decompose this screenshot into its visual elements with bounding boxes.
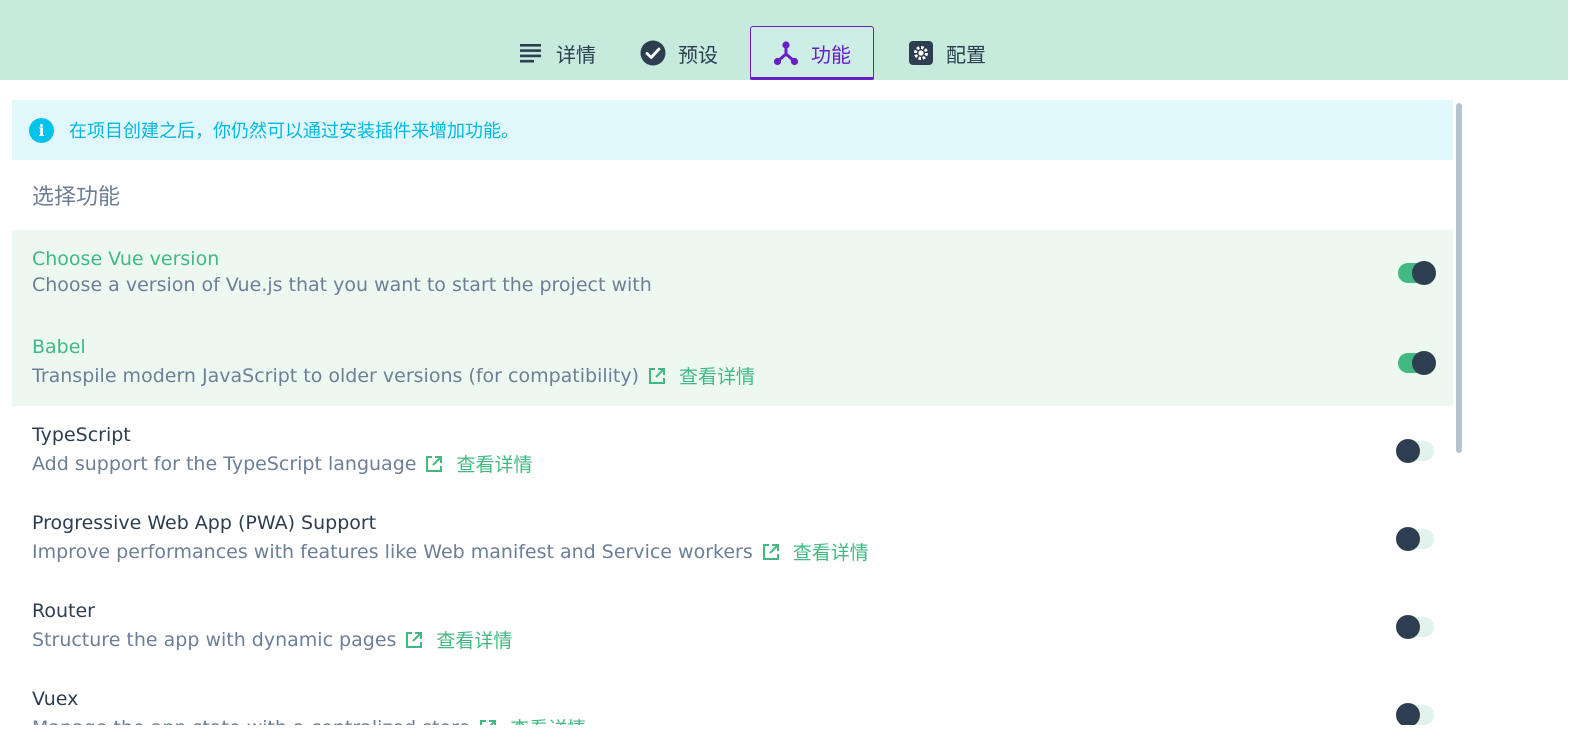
- feature-name: Router: [32, 600, 95, 622]
- toggle-knob: [1396, 703, 1420, 725]
- toggle-knob: [1396, 439, 1420, 463]
- section-title: 选择功能: [32, 185, 121, 210]
- external-link-icon: [406, 631, 423, 648]
- feature-desc-text: Choose a version of Vue.js that you want…: [32, 274, 652, 296]
- toggle-knob: [1412, 261, 1436, 285]
- feature-toggle[interactable]: [1398, 351, 1436, 375]
- feature-desc-text: Improve performances with features like …: [32, 540, 753, 563]
- feature-typescript[interactable]: TypeScript Add support for the TypeScrip…: [12, 406, 1453, 494]
- tab-label: 功能: [811, 42, 851, 67]
- feature-desc-text: Structure the app with dynamic pages: [32, 628, 397, 651]
- info-icon: i: [29, 117, 54, 143]
- external-link-icon: [426, 455, 443, 472]
- tab-label: 配置: [946, 42, 986, 67]
- tab-details[interactable]: 详情: [506, 26, 608, 80]
- tab-label: 预设: [678, 42, 718, 67]
- feature-name: Progressive Web App (PWA) Support: [32, 512, 377, 534]
- more-info-label: 查看详情: [456, 454, 533, 476]
- more-info-label: 查看详情: [679, 366, 756, 388]
- more-info-label: 查看详情: [510, 714, 586, 725]
- feature-pwa[interactable]: Progressive Web App (PWA) Support Improv…: [12, 494, 1453, 582]
- feature-toggle[interactable]: [1396, 527, 1434, 551]
- scrollbar[interactable]: [1456, 103, 1462, 453]
- feature-vue-version[interactable]: Choose Vue version Choose a version of V…: [12, 230, 1453, 318]
- external-link-icon: [649, 367, 666, 384]
- more-info-label: 查看详情: [792, 542, 869, 564]
- feature-toggle[interactable]: [1396, 703, 1434, 725]
- features-panel: i 在项目创建之后，你仍然可以通过安装插件来增加功能。 选择功能 Choose …: [12, 100, 1453, 725]
- feature-name: Babel: [32, 336, 86, 358]
- toggle-knob: [1396, 527, 1420, 551]
- tab-label: 详情: [556, 42, 596, 67]
- feature-name: Choose Vue version: [32, 248, 220, 270]
- feature-toggle[interactable]: [1396, 439, 1434, 463]
- tab-bar: 详情 预设 功能 配置: [506, 26, 1018, 80]
- feature-vuex[interactable]: Vuex Manage the app state with a central…: [12, 670, 1453, 725]
- toggle-knob: [1396, 615, 1420, 639]
- info-banner: i 在项目创建之后，你仍然可以通过安装插件来增加功能。: [12, 100, 1453, 160]
- feature-description: Add support for the TypeScript language …: [32, 450, 532, 477]
- feature-desc-text: Manage the app state with a centralized …: [32, 717, 470, 726]
- more-info-link[interactable]: 查看详情: [761, 538, 869, 565]
- tab-presets[interactable]: 预设: [628, 26, 730, 80]
- external-link-icon: [480, 719, 497, 725]
- more-info-link[interactable]: 查看详情: [478, 714, 586, 725]
- more-info-link[interactable]: 查看详情: [404, 626, 512, 653]
- feature-toggle[interactable]: [1396, 615, 1434, 639]
- fork-icon: [773, 40, 799, 66]
- feature-toggle[interactable]: [1398, 261, 1436, 285]
- feature-description: Improve performances with features like …: [32, 538, 869, 565]
- feature-description: Choose a version of Vue.js that you want…: [32, 274, 652, 296]
- feature-desc-text: Transpile modern JavaScript to older ver…: [32, 364, 640, 387]
- check-circle-icon: [640, 40, 666, 66]
- feature-description: Transpile modern JavaScript to older ver…: [32, 362, 755, 389]
- feature-description: Manage the app state with a centralized …: [32, 714, 586, 725]
- more-info-link[interactable]: 查看详情: [647, 362, 755, 389]
- toggle-knob: [1412, 351, 1436, 375]
- more-info-label: 查看详情: [436, 630, 513, 652]
- info-text: 在项目创建之后，你仍然可以通过安装插件来增加功能。: [69, 121, 519, 142]
- gear-icon: [908, 40, 934, 66]
- feature-desc-text: Add support for the TypeScript language: [32, 452, 417, 475]
- list-icon: [518, 40, 544, 66]
- tab-config[interactable]: 配置: [896, 26, 998, 80]
- external-link-icon: [762, 543, 779, 560]
- feature-description: Structure the app with dynamic pages 查看详…: [32, 626, 512, 653]
- tab-features[interactable]: 功能: [750, 26, 874, 80]
- top-header: 详情 预设 功能 配置: [0, 0, 1568, 80]
- more-info-link[interactable]: 查看详情: [424, 450, 532, 477]
- feature-name: Vuex: [32, 688, 79, 710]
- feature-router[interactable]: Router Structure the app with dynamic pa…: [12, 582, 1453, 670]
- feature-name: TypeScript: [32, 424, 131, 446]
- feature-babel[interactable]: Babel Transpile modern JavaScript to old…: [12, 318, 1453, 406]
